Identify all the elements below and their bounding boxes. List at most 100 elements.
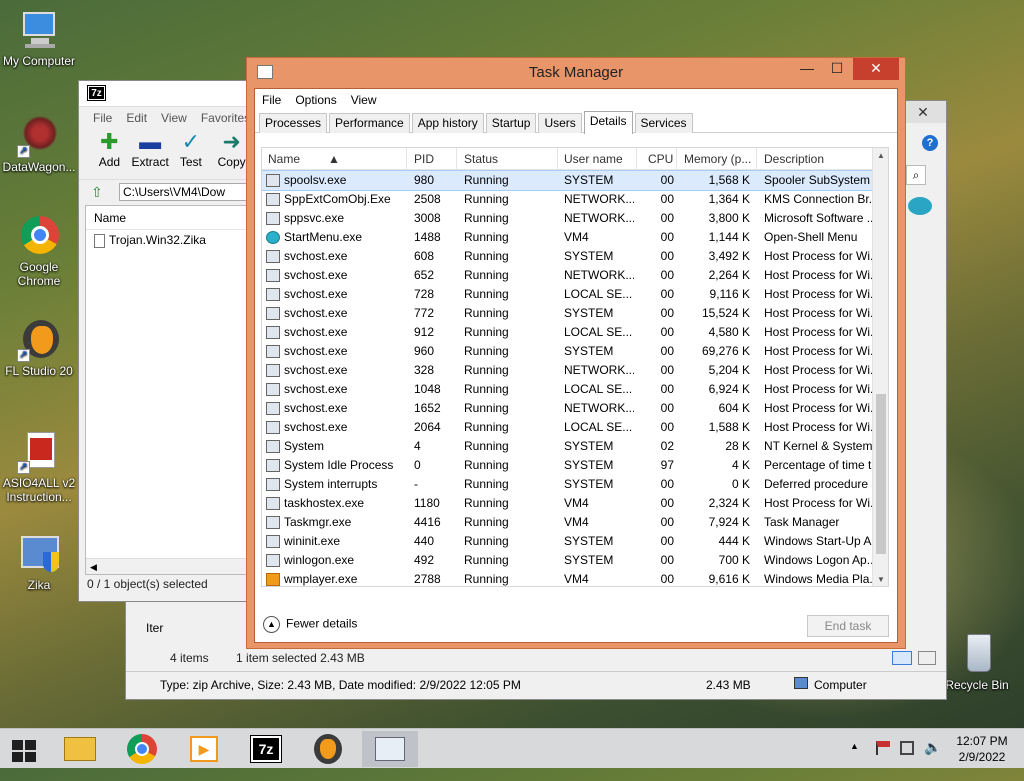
action-center-flag-icon[interactable] [876, 741, 890, 755]
start-button[interactable] [0, 731, 50, 767]
desktop-icon-google-chrome[interactable]: Google Chrome [0, 214, 78, 288]
up-folder-icon[interactable]: ⇧ [91, 184, 103, 201]
tab-users[interactable]: Users [538, 113, 582, 133]
fewer-details-button[interactable]: ▲ Fewer details [263, 616, 357, 633]
clock[interactable]: 12:07 PM 2/9/2022 [952, 733, 1012, 773]
table-row[interactable]: System 4 Running SYSTEM 02 28 K NT Kernel & Sy… [262, 437, 884, 456]
process-icon [266, 193, 280, 206]
table-row[interactable]: wmplayer.exe 2788 Running VM4 00 9,616 K Windo… [262, 570, 884, 586]
table-row[interactable]: svchost.exe 960 Running SYSTEM 00 69,276 K Hos… [262, 342, 884, 361]
process-cpu: 00 [660, 496, 674, 510]
taskbar-7zip[interactable]: 7z [238, 731, 294, 767]
taskbar-task-manager[interactable] [362, 731, 418, 767]
table-row[interactable]: taskhostex.exe 1180 Running VM4 00 2,324 K Hos… [262, 494, 884, 513]
menu-file[interactable]: File [262, 89, 281, 111]
table-row[interactable]: svchost.exe 652 Running NETWORK... 00 2,264 K… [262, 266, 884, 285]
process-name: svchost.exe [284, 287, 348, 301]
add-button[interactable]: ✚ Add [89, 129, 130, 179]
desktop-icon-zika[interactable]: Zika [0, 532, 78, 592]
process-description: Host Process for Wi... [764, 496, 881, 510]
taskbar-file-explorer[interactable] [52, 731, 108, 767]
column-header-description[interactable]: Description [764, 148, 824, 170]
tab-processes[interactable]: Processes [259, 113, 328, 133]
desktop-icon-asio4all[interactable]: ↗ ASIO4ALL v2 Instruction... [0, 430, 78, 504]
column-header-memory[interactable]: Memory (p... [684, 148, 751, 170]
process-status: Running [464, 420, 509, 434]
desktop-icon-fl-studio[interactable]: ↗ FL Studio 20 [0, 318, 78, 378]
explorer-close-button[interactable]: ✕ [900, 101, 946, 123]
table-row[interactable]: wininit.exe 440 Running SYSTEM 00 444 K Window… [262, 532, 884, 551]
table-row[interactable]: svchost.exe 1652 Running NETWORK... 00 604 K H… [262, 399, 884, 418]
task-manager-window[interactable]: Task Manager — ☐ ✕ File Options View Pro… [246, 57, 906, 649]
tab-details[interactable]: Details [583, 111, 633, 134]
process-status: Running [464, 534, 509, 548]
desktop-icon-recycle-bin[interactable]: Recycle Bin [938, 632, 1016, 692]
horizontal-scrollbar[interactable]: ◀ [86, 558, 250, 574]
process-name: spoolsv.exe [284, 173, 347, 187]
volume-muted-icon[interactable]: 🔈 [924, 739, 941, 779]
column-header-status[interactable]: Status [464, 148, 498, 170]
table-row[interactable]: winlogon.exe 492 Running SYSTEM 00 700 K Windo… [262, 551, 884, 570]
tiles-view-icon[interactable] [918, 651, 936, 665]
menu-view[interactable]: View [161, 107, 187, 129]
table-row[interactable]: svchost.exe 608 Running SYSTEM 00 3,492 K Host… [262, 247, 884, 266]
table-row[interactable]: svchost.exe 2064 Running LOCAL SE... 00 1,588… [262, 418, 884, 437]
process-icon [266, 231, 280, 244]
table-row[interactable]: svchost.exe 1048 Running LOCAL SE... 00 6,924… [262, 380, 884, 399]
table-row[interactable]: svchost.exe 912 Running LOCAL SE... 00 4,580 … [262, 323, 884, 342]
tab-startup[interactable]: Startup [485, 113, 537, 133]
column-header-name[interactable]: Name [86, 206, 250, 230]
column-header-user-name[interactable]: User name [564, 148, 623, 170]
scrollbar-thumb[interactable] [876, 394, 886, 554]
end-task-button[interactable]: End task [807, 615, 889, 637]
table-row[interactable]: spoolsv.exe 980 Running SYSTEM 00 1,568 K Spoo… [262, 170, 885, 191]
scroll-up-icon[interactable]: ▲ [873, 148, 888, 164]
network-icon[interactable] [900, 741, 914, 755]
search-icon[interactable]: ⌕ [906, 165, 926, 185]
table-header: ▲ Name PID Status User name CPU Memory (… [262, 148, 884, 170]
menu-file[interactable]: File [93, 107, 112, 129]
pdf-document-icon: ↗ [17, 430, 61, 474]
table-row[interactable]: Taskmgr.exe 4416 Running VM4 00 7,924 K Task M… [262, 513, 884, 532]
close-button[interactable]: ✕ [853, 58, 899, 80]
menu-view[interactable]: View [351, 89, 377, 111]
file-row[interactable]: Trojan.Win32.Zika [86, 230, 250, 250]
column-header-cpu[interactable]: CPU [648, 148, 673, 170]
table-row[interactable]: sppsvc.exe 3008 Running NETWORK... 00 3,800 K… [262, 209, 884, 228]
process-memory: 2,264 K [708, 268, 750, 282]
tab-app-history[interactable]: App history [411, 113, 484, 133]
maximize-button[interactable]: ☐ [823, 58, 851, 80]
menu-edit[interactable]: Edit [126, 107, 147, 129]
address-input[interactable]: C:\Users\VM4\Dow [119, 183, 259, 201]
sevenzip-window[interactable]: 7z File Edit View Favorites ✚ Add ▬ Extr… [78, 80, 259, 602]
process-user: SYSTEM [564, 439, 614, 453]
column-header-pid[interactable]: PID [414, 148, 434, 170]
test-button[interactable]: ✓ Test [171, 129, 212, 179]
taskbar-chrome[interactable] [114, 731, 170, 767]
task-manager-titlebar[interactable]: Task Manager — ☐ ✕ [247, 58, 905, 88]
menu-options[interactable]: Options [295, 89, 336, 111]
table-row[interactable]: System Idle Process 0 Running SYSTEM 97 4 K Pe… [262, 456, 884, 475]
extract-button[interactable]: ▬ Extract [130, 129, 171, 179]
column-header-name[interactable]: Name [268, 148, 300, 170]
table-row[interactable]: svchost.exe 728 Running LOCAL SE... 00 9,116 … [262, 285, 884, 304]
minimize-button[interactable]: — [793, 58, 821, 80]
table-row[interactable]: System interrupts - Running SYSTEM 00 0 K Defe… [262, 475, 884, 494]
desktop-icon-datawagon[interactable]: ↗ DataWagon... [0, 114, 78, 174]
table-row[interactable]: StartMenu.exe 1488 Running VM4 00 1,144 K Open… [262, 228, 884, 247]
tab-performance[interactable]: Performance [329, 113, 410, 133]
menu-favorites[interactable]: Favorites [201, 107, 250, 129]
show-hidden-icons[interactable]: ▲ [850, 741, 859, 781]
taskbar-fl-studio[interactable] [300, 731, 356, 767]
table-row[interactable]: svchost.exe 772 Running SYSTEM 00 15,524 K Hos… [262, 304, 884, 323]
help-icon[interactable]: ? [922, 135, 938, 151]
tab-services[interactable]: Services [634, 113, 693, 133]
table-row[interactable]: svchost.exe 328 Running NETWORK... 00 5,204 K… [262, 361, 884, 380]
vertical-scrollbar[interactable]: ▲ ▼ [872, 148, 888, 586]
scroll-down-icon[interactable]: ▼ [873, 572, 888, 586]
table-row[interactable]: SppExtComObj.Exe 2508 Running NETWORK... 00 1… [262, 190, 884, 209]
taskbar-media-player[interactable]: ▶ [176, 731, 232, 767]
desktop-icon-my-computer[interactable]: My Computer [0, 8, 78, 68]
sevenzip-file-list[interactable]: Name Trojan.Win32.Zika ◀ [85, 205, 251, 575]
details-view-icon[interactable] [892, 651, 912, 665]
